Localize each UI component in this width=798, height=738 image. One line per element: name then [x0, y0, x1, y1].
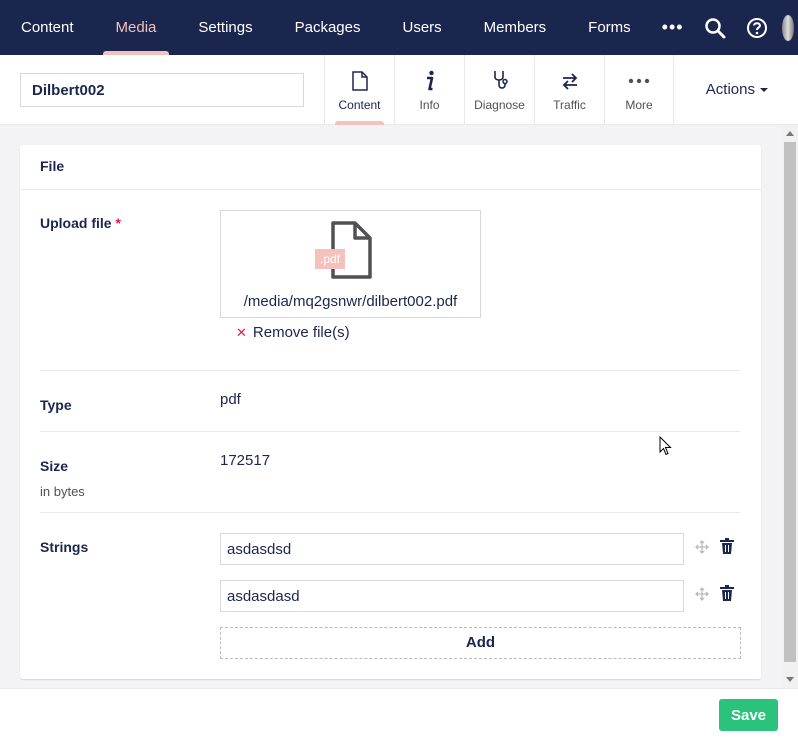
remove-files-button[interactable]: ✕ Remove file(s)	[236, 324, 350, 341]
scroll-down-icon[interactable]	[786, 677, 794, 682]
ellipsis-icon	[628, 68, 650, 94]
remove-icon: ✕	[236, 325, 247, 340]
nav-packages[interactable]: Packages	[274, 0, 382, 55]
size-label: Size	[40, 458, 69, 474]
remove-label: Remove file(s)	[252, 324, 350, 341]
drag-handle-icon[interactable]	[695, 587, 709, 601]
string-input-1[interactable]	[220, 533, 684, 565]
top-navigation: Content Media Settings Packages Users Me…	[0, 0, 798, 55]
editor-header: Content Info Diagnose Traffic More	[0, 55, 798, 125]
actions-label: Actions	[705, 81, 755, 98]
upload-preview[interactable]: .pdf /media/mq2gsnwr/dilbert002.pdf	[220, 210, 481, 318]
app-more[interactable]: More	[604, 55, 674, 125]
nav-users[interactable]: Users	[381, 0, 462, 55]
divider	[40, 370, 740, 371]
app-content[interactable]: Content	[324, 55, 394, 125]
nav-settings[interactable]: Settings	[177, 0, 273, 55]
scrollbar[interactable]	[782, 125, 798, 688]
editor-footer: Save	[0, 688, 798, 738]
document-icon	[351, 68, 368, 94]
type-label: Type	[40, 397, 72, 413]
drag-handle-icon[interactable]	[695, 540, 709, 554]
search-icon[interactable]	[694, 0, 736, 55]
nav-members[interactable]: Members	[463, 0, 568, 55]
required-mark: *	[115, 215, 121, 231]
pdf-file-icon: .pdf	[315, 221, 372, 279]
string-input-2[interactable]	[220, 580, 684, 612]
nav-content[interactable]: Content	[0, 0, 95, 55]
more-icon[interactable]: •••	[652, 17, 694, 38]
panel-title: File	[20, 145, 761, 190]
arrows-icon	[561, 68, 579, 94]
upload-file-label: Upload file *	[40, 215, 121, 231]
caret-down-icon	[760, 88, 768, 93]
add-string-button[interactable]: Add	[220, 627, 741, 659]
scroll-up-icon[interactable]	[786, 131, 794, 136]
stethoscope-icon	[491, 68, 509, 94]
file-extension: .pdf	[320, 252, 341, 266]
content-apps: Content Info Diagnose Traffic More	[324, 55, 674, 125]
app-diagnose[interactable]: Diagnose	[464, 55, 534, 125]
app-info[interactable]: Info	[394, 55, 464, 125]
file-path: /media/mq2gsnwr/dilbert002.pdf	[243, 293, 458, 310]
size-value: 172517	[220, 452, 271, 469]
divider	[40, 431, 740, 432]
app-diagnose-label: Diagnose	[474, 98, 525, 112]
app-info-label: Info	[419, 98, 440, 112]
app-content-label: Content	[338, 98, 381, 112]
app-traffic-label: Traffic	[553, 98, 586, 112]
scroll-thumb[interactable]	[784, 142, 796, 662]
nav-media[interactable]: Media	[95, 0, 178, 55]
trash-icon[interactable]	[720, 585, 734, 601]
strings-label: Strings	[40, 539, 89, 555]
upload-label-text: Upload file	[40, 215, 112, 231]
help-icon[interactable]	[736, 0, 778, 55]
save-button[interactable]: Save	[719, 699, 778, 731]
app-traffic[interactable]: Traffic	[534, 55, 604, 125]
divider	[40, 512, 740, 513]
type-value: pdf	[220, 391, 241, 408]
file-panel: File Upload file * .pdf /media/mq2gsnwr/…	[20, 145, 761, 679]
size-description: in bytes	[40, 484, 85, 499]
nav-forms[interactable]: Forms	[567, 0, 652, 55]
user-avatar[interactable]	[781, 14, 794, 41]
actions-menu[interactable]: Actions	[706, 55, 768, 125]
media-name-input[interactable]	[20, 73, 304, 107]
trash-icon[interactable]	[720, 538, 734, 554]
info-icon	[424, 68, 436, 94]
app-more-label: More	[625, 98, 653, 112]
mouse-cursor-icon	[659, 436, 672, 456]
